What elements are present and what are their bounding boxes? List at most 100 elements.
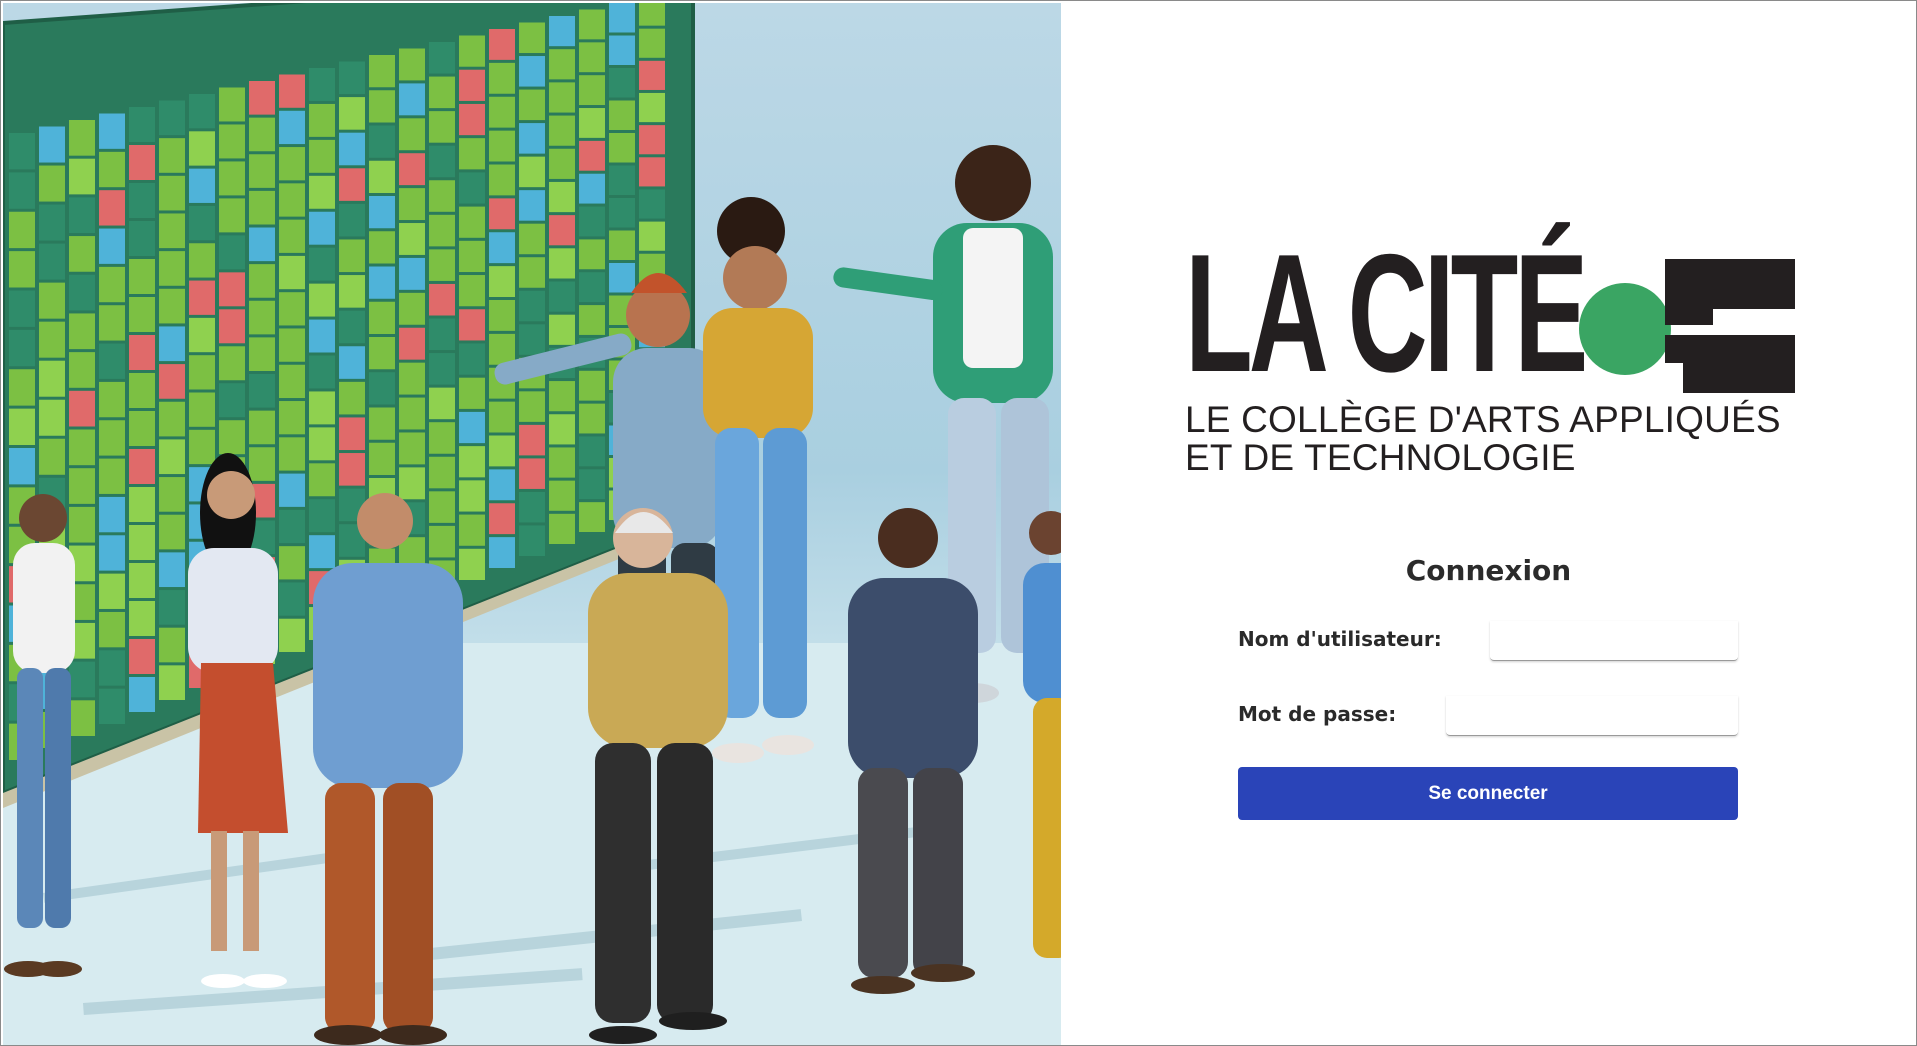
board-cell [579,108,605,138]
board-cell [339,310,365,344]
logo-tagline: LE COLLÈGE D'ARTS APPLIQUÉS ET DE TECHNO… [1185,401,1781,477]
board-cell [459,240,485,273]
board-cell [249,374,275,408]
board-cell [69,506,95,543]
board-cell [219,420,245,455]
board-cell [399,467,425,500]
board-cell [429,180,455,212]
board-cell [639,60,665,90]
board-cell [159,138,185,173]
board-cell [219,346,245,381]
login-button[interactable]: Se connecter [1238,767,1738,820]
board-cell [129,259,155,294]
board-cell [459,138,485,170]
board-cell [369,407,395,440]
board-cell [489,198,515,230]
board-cell [159,627,185,663]
board-cell [99,688,125,724]
board-cell [129,411,155,446]
board-cell [279,473,305,507]
board-cell [549,49,575,80]
board-cell [609,3,635,33]
board-cell [639,28,665,58]
board-cell [459,377,485,409]
board-cell [339,381,365,415]
board-cell [99,496,125,533]
board-cell [219,161,245,196]
board-cell [489,300,515,331]
password-label: Mot de passe: [1238,702,1397,726]
board-cell [159,175,185,211]
board-cell [549,447,575,478]
board-cell [399,327,425,360]
board-cell [579,206,605,237]
password-input[interactable] [1446,696,1738,736]
board-cell [189,317,215,353]
board-cell [159,213,185,249]
board-cell [369,160,395,193]
board-cell [339,239,365,273]
board-cell [339,97,365,130]
board-cell [579,436,605,467]
board-cell [609,165,635,195]
board-cell [579,272,605,303]
board-cell [69,468,95,504]
board-cell [369,266,395,299]
board-cell [639,221,665,251]
board-cell [549,513,575,544]
logo-mark-icon [1579,259,1795,393]
board-cell [249,154,275,188]
board-cell [399,362,425,395]
board-cell [9,211,35,249]
board-cell [459,411,485,444]
board-cell [549,115,575,146]
board-cell [429,387,455,420]
board-cell [459,343,485,375]
board-cell [309,355,335,389]
board-cell [189,168,215,203]
board-cell [99,611,125,648]
board-cell [519,22,545,54]
board-cell [9,133,35,170]
board-cell [39,282,65,319]
board-cell [459,514,485,546]
board-cell [279,292,305,326]
board-cell [99,113,125,149]
board-cell [399,257,425,290]
board-cell [459,206,485,238]
board-cell [489,232,515,264]
board-cell [399,397,425,430]
board-cell [549,181,575,213]
board-cell [519,257,545,288]
board-cell [159,439,185,475]
board-cell [459,35,485,67]
board-cell [129,563,155,598]
board-cell [69,661,95,698]
board-cell [219,383,245,418]
board-cell [279,328,305,362]
username-input[interactable] [1490,621,1738,661]
board-cell [159,552,185,588]
board-cell [609,68,635,98]
board-cell [249,117,275,152]
board-cell [309,319,335,353]
board-cell [309,247,335,281]
board-cell [579,239,605,270]
board-cell [99,228,125,264]
board-cell [279,147,305,181]
board-cell [579,370,605,401]
board-cell [339,346,365,379]
board-cell [309,391,335,425]
board-cell [159,477,185,512]
board-cell [189,94,215,129]
board-cell [609,100,635,130]
board-cell [159,326,185,362]
board-cell [339,168,365,201]
board-cell [309,211,335,245]
board-cell [609,263,635,293]
board-cell [9,369,35,406]
board-cell [39,126,65,163]
board-cell [129,183,155,218]
board-cell [579,502,605,532]
board-cell [249,300,275,335]
